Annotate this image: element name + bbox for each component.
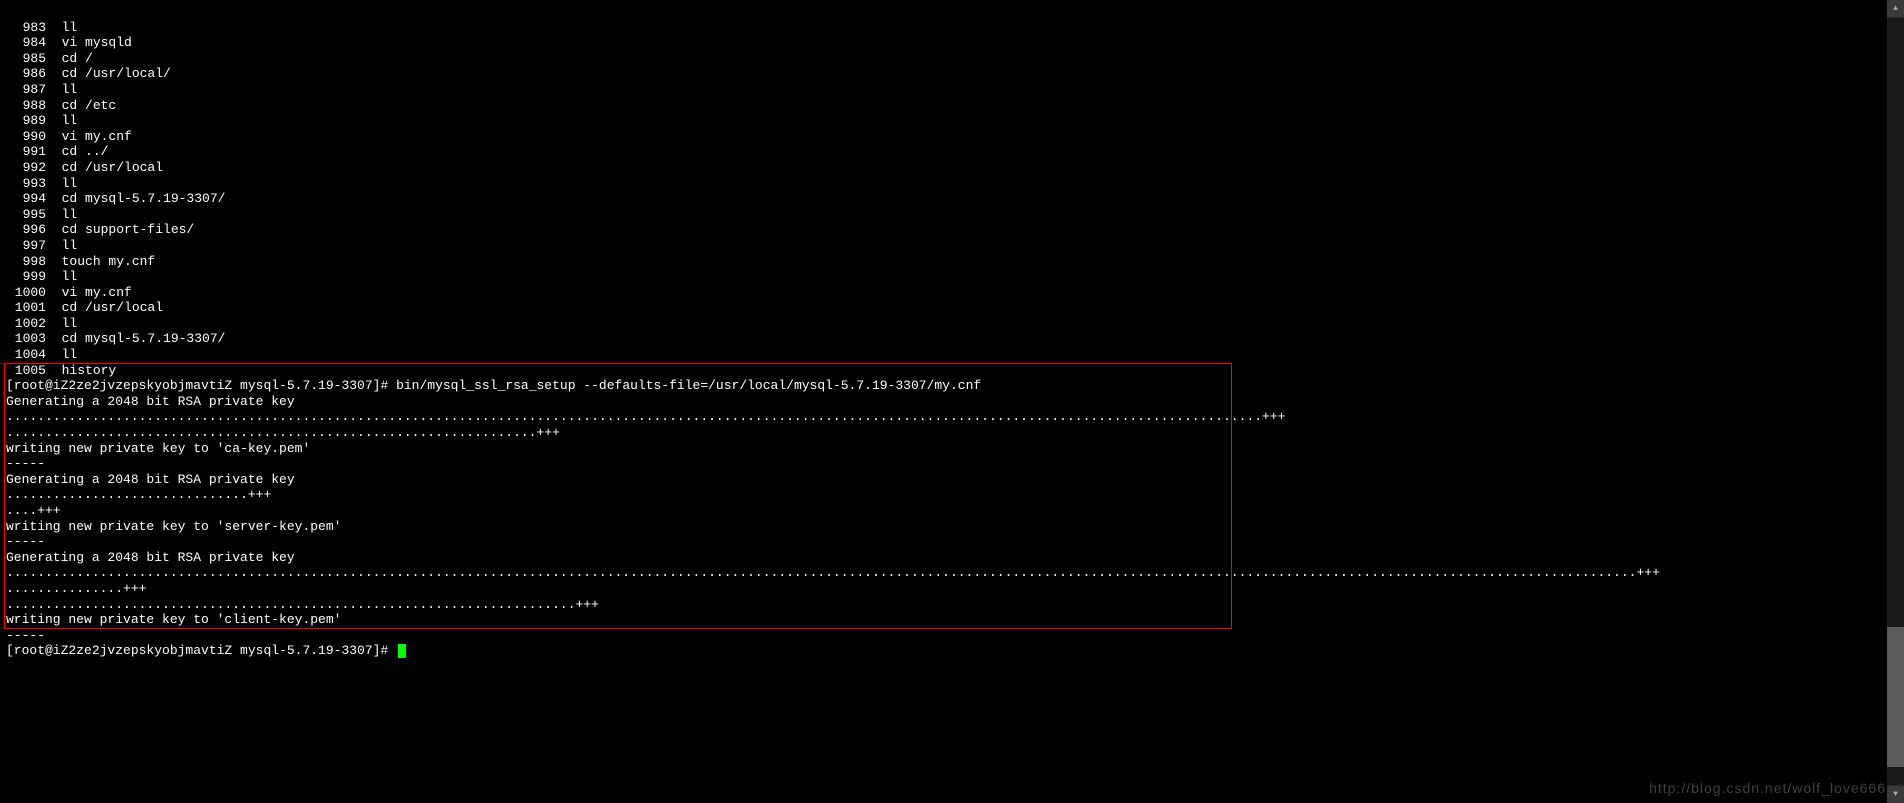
executed-command: bin/mysql_ssl_rsa_setup --defaults-file=…	[396, 378, 981, 393]
output-line: Generating a 2048 bit RSA private key	[6, 550, 1904, 566]
history-line: 983 ll	[6, 20, 1904, 36]
terminal[interactable]: 983 ll984 vi mysqld985 cd /986 cd /usr/l…	[0, 0, 1904, 659]
history-line: 996 cd support-files/	[6, 222, 1904, 238]
history-line: 990 vi my.cnf	[6, 129, 1904, 145]
history-line: 986 cd /usr/local/	[6, 66, 1904, 82]
history-line: 992 cd /usr/local	[6, 160, 1904, 176]
history-line: 997 ll	[6, 238, 1904, 254]
output-line: ...............................+++	[6, 487, 1904, 503]
watermark: http://blog.csdn.net/wolf_love666	[1649, 781, 1886, 797]
history-line: 1001 cd /usr/local	[6, 300, 1904, 316]
history-line: 1004 ll	[6, 347, 1904, 363]
output-line: ........................................…	[6, 565, 1904, 581]
command-output: Generating a 2048 bit RSA private key...…	[6, 394, 1904, 644]
vertical-scrollbar[interactable]: ▲ ▼	[1887, 0, 1904, 803]
cursor	[398, 644, 406, 658]
scroll-up-arrow-icon[interactable]: ▲	[1887, 0, 1904, 17]
active-prompt-line[interactable]: [root@iZ2ze2jvzepskyobjmavtiZ mysql-5.7.…	[6, 643, 1904, 659]
history-block: 983 ll984 vi mysqld985 cd /986 cd /usr/l…	[6, 20, 1904, 379]
history-line: 989 ll	[6, 113, 1904, 129]
output-line: ........................................…	[6, 409, 1904, 425]
history-line: 998 touch my.cnf	[6, 254, 1904, 270]
output-line: -----	[6, 534, 1904, 550]
shell-prompt: [root@iZ2ze2jvzepskyobjmavtiZ mysql-5.7.…	[6, 643, 396, 658]
history-line: 984 vi mysqld	[6, 35, 1904, 51]
command-line: [root@iZ2ze2jvzepskyobjmavtiZ mysql-5.7.…	[6, 378, 1904, 394]
history-line: 993 ll	[6, 176, 1904, 192]
output-line: writing new private key to 'ca-key.pem'	[6, 441, 1904, 457]
history-line: 988 cd /etc	[6, 98, 1904, 114]
scroll-down-arrow-icon[interactable]: ▼	[1887, 786, 1904, 803]
output-line: ........................................…	[6, 597, 1904, 613]
output-line: Generating a 2048 bit RSA private key	[6, 394, 1904, 410]
history-line: 987 ll	[6, 82, 1904, 98]
scrollbar-track[interactable]	[1887, 18, 1904, 785]
output-line: -----	[6, 456, 1904, 472]
output-line: ........................................…	[6, 425, 1904, 441]
scrollbar-thumb[interactable]	[1887, 627, 1904, 767]
history-line: 1003 cd mysql-5.7.19-3307/	[6, 331, 1904, 347]
output-line: ...............+++	[6, 581, 1904, 597]
shell-prompt: [root@iZ2ze2jvzepskyobjmavtiZ mysql-5.7.…	[6, 378, 396, 393]
history-line: 1002 ll	[6, 316, 1904, 332]
history-line: 1005 history	[6, 363, 1904, 379]
history-line: 985 cd /	[6, 51, 1904, 67]
output-line: -----	[6, 628, 1904, 644]
output-line: writing new private key to 'server-key.p…	[6, 519, 1904, 535]
history-line: 995 ll	[6, 207, 1904, 223]
history-line: 1000 vi my.cnf	[6, 285, 1904, 301]
output-line: ....+++	[6, 503, 1904, 519]
output-line: Generating a 2048 bit RSA private key	[6, 472, 1904, 488]
output-line: writing new private key to 'client-key.p…	[6, 612, 1904, 628]
history-line: 994 cd mysql-5.7.19-3307/	[6, 191, 1904, 207]
history-line: 991 cd ../	[6, 144, 1904, 160]
history-line: 999 ll	[6, 269, 1904, 285]
